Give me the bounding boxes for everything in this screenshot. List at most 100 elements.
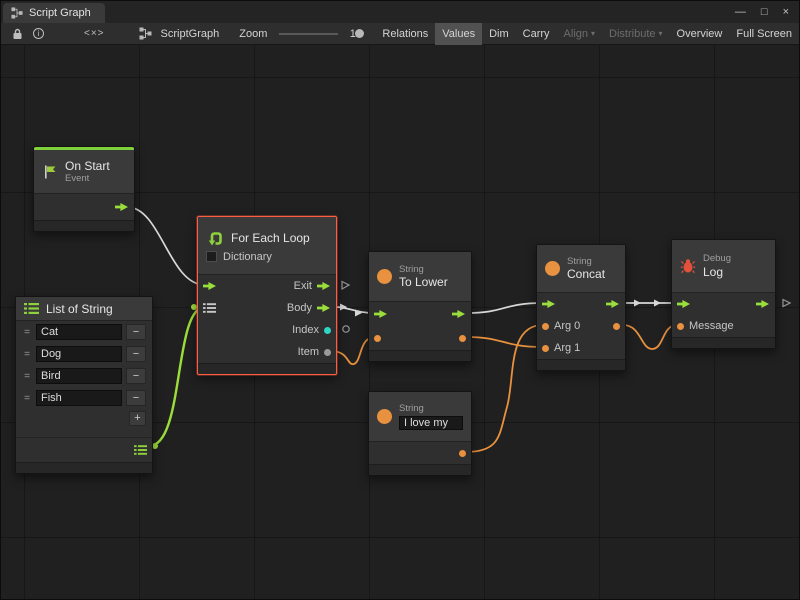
node-category: Debug <box>703 253 731 264</box>
list-item-input[interactable] <box>36 368 122 384</box>
wire-concat-to-message <box>623 325 677 349</box>
flow-arrow-icon <box>756 299 770 309</box>
add-item-button[interactable]: + <box>129 411 146 426</box>
drag-handle[interactable]: = <box>22 349 32 360</box>
overview-button[interactable]: Overview <box>670 23 730 45</box>
string-type-icon <box>377 409 392 424</box>
flow-arrow-icon <box>317 281 331 291</box>
flag-icon <box>42 164 58 180</box>
remove-item-button[interactable]: − <box>126 324 146 340</box>
dictionary-checkbox[interactable] <box>206 251 217 262</box>
port-row <box>369 302 471 326</box>
drag-handle[interactable]: = <box>22 393 32 404</box>
wire-tolower-to-arg1 <box>467 337 543 347</box>
flow-out-port[interactable] <box>606 299 620 309</box>
values-button[interactable]: Values <box>435 23 482 45</box>
list-icon <box>24 303 39 314</box>
tab-script-graph[interactable]: Script Graph <box>3 3 105 23</box>
node-string-concat[interactable]: String Concat Arg <box>536 244 626 371</box>
flow-in-port[interactable] <box>374 309 388 319</box>
collection-in-port[interactable] <box>203 303 216 313</box>
object-port-icon <box>324 349 331 356</box>
unconnected-flow-port <box>342 282 349 290</box>
node-string-literal[interactable]: String <box>368 391 472 476</box>
string-port-icon <box>459 450 466 457</box>
port-row: Arg 1 <box>537 337 625 359</box>
remove-item-button[interactable]: − <box>126 368 146 384</box>
node-footer <box>369 350 471 361</box>
item-out-port[interactable]: Item <box>298 346 331 358</box>
bug-icon <box>680 258 696 274</box>
zoom-slider[interactable] <box>279 33 337 35</box>
node-title: To Lower <box>399 275 448 289</box>
script-graph-icon <box>11 7 23 19</box>
zoom-label: Zoom <box>235 28 271 40</box>
relations-button[interactable]: Relations <box>375 23 435 45</box>
node-footer <box>537 359 625 370</box>
flow-in-port[interactable] <box>203 281 217 291</box>
node-list-of-string[interactable]: List of String = − = − = − = − <box>15 296 153 474</box>
list-item-input[interactable] <box>36 324 122 340</box>
message-in-port[interactable]: Message <box>677 320 734 332</box>
graph-name[interactable]: ScriptGraph <box>157 28 224 40</box>
string-port-icon <box>542 345 549 352</box>
flow-out-port[interactable] <box>756 299 770 309</box>
node-on-start[interactable]: On Start Event <box>33 146 135 232</box>
node-title: On Start <box>65 159 110 173</box>
chevron-down-icon: ▾ <box>659 29 663 38</box>
flow-in-port[interactable] <box>677 299 691 309</box>
carry-button[interactable]: Carry <box>516 23 557 45</box>
result-out-port[interactable] <box>613 323 620 330</box>
flow-out-port[interactable] <box>452 309 466 319</box>
code-toggle-icon[interactable]: <×> <box>75 23 114 45</box>
align-dropdown[interactable]: Align ▾ <box>557 23 602 45</box>
list-out-port[interactable] <box>134 445 147 455</box>
lock-icon[interactable] <box>7 23 28 45</box>
info-icon[interactable]: i <box>28 23 49 45</box>
unconnected-flow-port <box>783 300 790 307</box>
node-title: Concat <box>567 267 605 281</box>
int-port-icon <box>324 327 331 334</box>
dim-button[interactable]: Dim <box>482 23 516 45</box>
value-out-port[interactable] <box>459 450 466 457</box>
distribute-dropdown[interactable]: Distribute ▾ <box>602 23 669 45</box>
list-item-input[interactable] <box>36 390 122 406</box>
remove-item-button[interactable]: − <box>126 346 146 362</box>
node-title: Log <box>703 265 731 279</box>
string-type-icon <box>377 269 392 284</box>
list-item-input[interactable] <box>36 346 122 362</box>
body-out-port[interactable]: Body <box>287 302 331 314</box>
arg0-in-port[interactable]: Arg 0 <box>542 320 580 332</box>
wire-tolower-to-concat-flow <box>467 303 543 313</box>
index-out-port[interactable]: Index <box>292 324 331 336</box>
arg1-in-port[interactable]: Arg 1 <box>542 342 580 354</box>
port-row: Arg 0 <box>537 315 625 337</box>
maximize-button[interactable]: □ <box>761 6 768 18</box>
node-header: String Concat <box>537 245 625 293</box>
flow-arrow-icon <box>542 299 556 309</box>
graph-canvas[interactable]: On Start Event <box>1 45 800 600</box>
minimize-button[interactable]: — <box>735 6 746 18</box>
list-icon <box>134 445 147 455</box>
list-add-row: + <box>16 409 152 429</box>
port-row: Index <box>198 319 336 341</box>
close-button[interactable]: × <box>783 6 789 18</box>
flow-out-port[interactable] <box>115 202 129 212</box>
exit-out-port[interactable]: Exit <box>294 280 331 292</box>
node-string-to-lower[interactable]: String To Lower <box>368 251 472 362</box>
drag-handle[interactable]: = <box>22 327 32 338</box>
node-debug-log[interactable]: Debug Log Message <box>671 239 776 349</box>
flow-glyph <box>355 310 362 317</box>
string-in-port[interactable] <box>374 335 381 342</box>
result-out-port[interactable] <box>459 335 466 342</box>
fullscreen-button[interactable]: Full Screen <box>729 23 799 45</box>
spacer <box>16 429 152 437</box>
string-literal-input[interactable] <box>399 416 463 430</box>
node-for-each-loop[interactable]: For Each Loop Dictionary Exit <box>197 216 337 375</box>
loop-icon <box>206 229 225 248</box>
remove-item-button[interactable]: − <box>126 390 146 406</box>
drag-handle[interactable]: = <box>22 371 32 382</box>
flow-in-port[interactable] <box>542 299 556 309</box>
node-category: String <box>399 264 448 275</box>
string-type-icon <box>545 261 560 276</box>
